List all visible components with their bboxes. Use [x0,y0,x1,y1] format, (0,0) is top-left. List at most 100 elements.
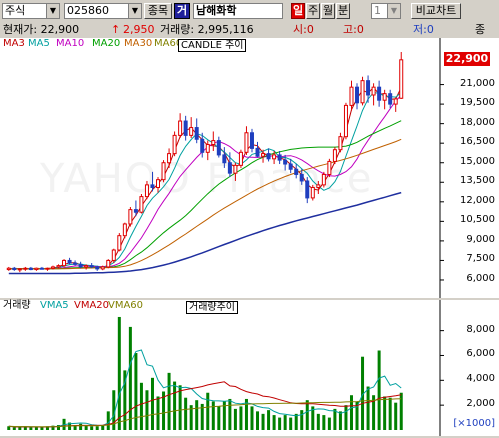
volume-bar [178,385,182,430]
price-chart-svg [6,38,444,298]
price-tick-label: 6,000 [466,272,495,284]
candle-body [238,151,243,166]
candle-body [277,154,282,161]
volume-bar [377,350,381,430]
candle-body [366,80,371,96]
candle-body [244,132,249,153]
candle-body [233,164,238,174]
current-price-value: 22,900 [40,23,80,36]
candle-body [45,267,50,270]
volume-bar [239,406,243,430]
price-chart-panel[interactable]: MA3 MA5 MA10 MA20 MA30 MA60 CANDLE 추이 YA… [0,38,499,298]
candle-body [78,263,83,268]
price-tick-label: 16,500 [460,136,495,148]
chevron-down-icon[interactable]: ▼ [387,4,400,18]
volume-value: 2,995,116 [197,23,254,36]
volume-bar [283,415,287,430]
volume-tick-label: 2,000 [466,398,495,410]
volume-bar [106,411,110,430]
candle-body [393,98,398,105]
volume-tick-label: 8,000 [466,323,495,335]
candle-body [211,140,216,145]
interval-select[interactable]: 1 ▼ [371,3,401,19]
volume-bar [184,397,188,430]
volume-bar [139,382,143,430]
volume-bar [217,406,221,430]
candle-body [150,184,155,188]
candle-body [84,265,89,268]
volume-line-vma20 [8,381,402,428]
go-button[interactable]: 거 [174,3,190,19]
volume-bar [261,413,265,430]
period-minute-button[interactable]: 분 [336,3,350,19]
candle-body [89,265,94,268]
volume-line-vma5 [8,349,402,428]
candle-body [316,184,321,188]
candle-body [144,184,149,198]
candle-body [111,249,116,261]
volume-bar [195,400,199,430]
volume-tick-label: 6,000 [466,348,495,360]
volume-bar [383,396,387,430]
candle-body [299,173,304,182]
candle-body [222,154,227,164]
period-month-button[interactable]: 월 [321,3,335,19]
candle-body [50,266,55,269]
candle-body [377,86,382,101]
candle-body [360,80,365,104]
volume-bar [388,397,392,430]
candle-body [17,268,22,271]
stock-code-input[interactable]: 025860 ▼ [64,3,142,19]
candle-body [161,162,166,181]
candle-body [371,86,376,96]
candle-body [388,93,393,105]
candle-body [56,265,61,268]
close-info: 종 [475,23,486,36]
candle-body [189,127,194,136]
volume-bar [316,413,320,430]
market-select[interactable]: 주식 ▼ [2,3,60,19]
candle-body [95,266,100,270]
volume-bar [40,427,44,430]
candle-body [139,196,144,213]
candle-body [399,59,404,99]
ma-line-ma3 [8,86,402,270]
period-day-button[interactable]: 일 [291,3,305,19]
price-tick-label: 7,500 [466,253,495,265]
candle-body [12,267,17,271]
interval-value: 1 [374,4,381,17]
change-up-icon: ↑ [111,23,121,36]
ma-line-ma10 [8,95,402,270]
volume-chart-svg [7,300,444,436]
price-tick-label: 19,500 [460,97,495,109]
candle-body [355,86,360,104]
volume-bar [278,417,282,430]
candle-body [39,267,44,270]
volume-bar [327,417,331,430]
current-price-tag: 22,900 [444,52,490,66]
candle-body [332,149,337,162]
chevron-down-icon[interactable]: ▼ [128,4,141,18]
volume-chart-panel[interactable]: 거래량 VMA5 VMA20 VMA60 거래량추이 8,000 6,000 4,0… [0,300,499,436]
candle-body [310,186,315,199]
low-info: 저:0 [413,23,434,36]
period-week-button[interactable]: 주 [306,3,320,19]
volume-bar [128,326,132,430]
candle-body [23,267,28,270]
quote-info-bar: 현재가: 22,900 ↑ 2,950 거래량: 2,995,116 시:0 고… [0,22,499,38]
volume-bar [233,408,237,430]
volume-bar [12,427,16,430]
candle-body [349,86,354,106]
price-tick-label: 9,000 [466,233,495,245]
candle-body [73,262,78,265]
chevron-down-icon[interactable]: ▼ [46,4,59,18]
volume-bar [150,377,154,430]
search-stock-button[interactable]: 종목 [144,3,172,19]
compare-chart-button[interactable]: 비교차트 [411,3,461,19]
volume-bar [272,415,276,430]
volume-bar [300,410,304,430]
volume-bar [167,372,171,430]
candle-body [272,154,277,160]
candle-body [117,235,122,251]
candle-body [283,159,288,165]
